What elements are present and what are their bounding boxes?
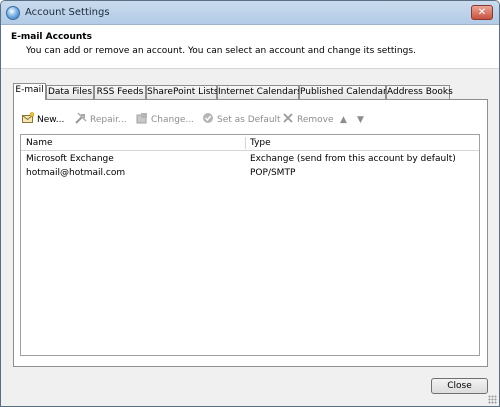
arrow-up-icon: ▲ (340, 115, 347, 125)
tab-internet-calendars[interactable]: Internet Calendars (217, 85, 302, 100)
change-settings-icon (136, 113, 147, 124)
dialog-header: E-mail Accounts You can add or remove an… (1, 25, 499, 69)
account-row[interactable]: hotmail@hotmail.com POP/SMTP (21, 167, 479, 181)
title-bar[interactable]: Account Settings ✕ (1, 1, 499, 25)
repair-account-button[interactable]: Repair... (75, 112, 127, 128)
move-down-button[interactable]: ▼ (357, 112, 364, 128)
set-as-default-button[interactable]: Set as Default (202, 112, 281, 128)
change-account-button[interactable]: Change... (136, 112, 194, 128)
column-divider[interactable] (245, 137, 246, 149)
checkmark-circle-icon (203, 113, 213, 123)
new-account-label: New... (37, 115, 65, 125)
tab-published-calendars[interactable]: Published Calendars (299, 85, 391, 100)
header-subtitle: You can add or remove an account. You ca… (26, 46, 416, 56)
tab-rss-feeds[interactable]: RSS Feeds (94, 85, 146, 100)
remove-account-label: Remove (297, 115, 334, 125)
account-type: Exchange (send from this account by defa… (250, 154, 456, 164)
set-as-default-label: Set as Default (217, 115, 281, 125)
account-settings-window: Account Settings ✕ E-mail Accounts You c… (0, 0, 500, 407)
account-name: hotmail@hotmail.com (26, 168, 126, 178)
account-row[interactable]: Microsoft Exchange Exchange (send from t… (21, 153, 479, 167)
close-button[interactable]: Close (431, 378, 488, 394)
account-toolbar: New... Repair... Change... Set as Defaul… (22, 112, 482, 128)
tab-address-books[interactable]: Address Books (386, 85, 453, 100)
email-tab-panel: New... Repair... Change... Set as Defaul… (13, 99, 488, 367)
new-mail-icon (22, 112, 34, 123)
window-close-button[interactable]: ✕ (471, 5, 493, 20)
accounts-list[interactable]: Name Type Microsoft Exchange Exchange (s… (20, 134, 480, 356)
resize-grip[interactable] (488, 395, 497, 404)
repair-account-label: Repair... (90, 115, 127, 125)
account-type: POP/SMTP (250, 168, 296, 178)
tab-data-files[interactable]: Data Files (46, 85, 94, 100)
outlook-globe-icon (6, 6, 20, 20)
column-header-type[interactable]: Type (250, 138, 271, 148)
column-header-name[interactable]: Name (26, 138, 53, 148)
move-up-button[interactable]: ▲ (340, 112, 347, 128)
tab-sharepoint-lists[interactable]: SharePoint Lists (146, 85, 219, 100)
arrow-down-icon: ▼ (357, 115, 364, 125)
change-account-label: Change... (151, 115, 195, 125)
window-title: Account Settings (25, 7, 110, 18)
remove-x-icon (283, 113, 293, 123)
header-title: E-mail Accounts (11, 32, 92, 42)
new-account-button[interactable]: New... (22, 112, 64, 128)
account-name: Microsoft Exchange (26, 154, 114, 164)
remove-account-button[interactable]: Remove (282, 112, 334, 128)
tab-email[interactable]: E-mail (13, 83, 46, 100)
accounts-list-header: Name Type (21, 135, 479, 151)
repair-tools-icon (75, 112, 87, 124)
